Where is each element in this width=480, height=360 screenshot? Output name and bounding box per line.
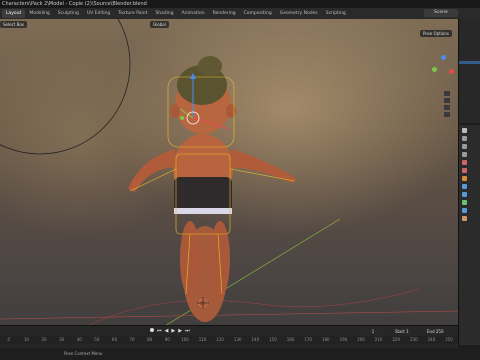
tab-rendering[interactable]: Rendering [209,9,240,18]
frame-tick: 70 [129,337,135,342]
frame-tick: 0 [7,337,11,342]
frame-tick: 120 [216,337,224,342]
tab-texture-paint[interactable]: Texture Paint [114,9,151,18]
frame-tick: 250 [445,337,453,342]
end-frame-field[interactable]: End 250 [424,328,447,335]
tab-shading[interactable]: Shading [151,9,177,18]
x-axis-icon[interactable] [449,69,454,74]
status-text: Pose Context Menu [64,351,103,356]
frame-tick: 150 [269,337,277,342]
window-title: Characters\Pack 2\Model - Copie (2)\Sour… [0,0,480,8]
tool-icon[interactable] [462,128,467,133]
select-mode-dropdown[interactable]: Select Box [0,20,28,28]
end-label: End [427,329,435,334]
frame-tick: 110 [198,337,207,342]
tab-geometry-nodes[interactable]: Geometry Nodes [276,9,322,18]
scene-icon[interactable] [462,160,467,165]
modifier-icon[interactable] [462,184,467,189]
grid-icon[interactable] [444,112,450,117]
outliner-selected-row[interactable] [459,61,480,64]
camera-icon[interactable] [444,105,450,110]
frame-tick: 210 [374,337,383,342]
tab-sculpting[interactable]: Sculpting [54,9,83,18]
frame-ruler[interactable]: 0 10 20 30 40 50 60 70 80 90 100 110 120 130 140 150 160… [0,336,458,344]
frame-tick: 130 [233,337,242,342]
next-keyframe-icon[interactable]: ▶ [178,328,182,334]
viewport-header: Select Box [0,19,458,29]
start-frame-field[interactable]: Start 1 [392,328,412,335]
jump-end-icon[interactable]: ⏭ [185,328,190,334]
frame-tick: 180 [321,337,330,342]
viewport-scene [0,19,458,335]
3d-viewport[interactable]: Select Box Global Pose Options [0,19,458,335]
status-bar: Pose Context Menu [0,348,480,360]
view-controls [444,91,452,121]
frame-tick: 200 [357,337,365,342]
material-icon[interactable] [462,216,467,221]
x-axis-line [0,310,458,320]
playback-controls: ⏮ ◀ ▶ ▶ ⏭ [150,328,190,334]
frame-tick: 10 [23,337,29,342]
frame-tick: 220 [392,337,401,342]
character-model[interactable] [128,56,297,322]
start-value: 1 [406,329,409,334]
constraint-icon[interactable] [462,192,467,197]
frame-tick: 30 [59,337,65,342]
frame-tick: 170 [304,337,312,342]
tab-layout[interactable]: Layout [2,9,26,18]
scene-label: Scene [434,10,448,15]
tab-animation[interactable]: Animation [178,9,209,18]
object-icon[interactable] [462,176,467,181]
y-axis-line [149,218,341,335]
zoom-icon[interactable] [444,91,450,96]
prev-keyframe-icon[interactable]: ◀ [165,328,169,334]
start-label: Start [395,329,405,334]
data-icon[interactable] [462,200,467,205]
scene-selector[interactable]: Scene [424,9,458,17]
y-axis-icon[interactable] [432,67,437,72]
frame-tick: 100 [181,337,189,342]
frame-tick: 50 [94,337,100,342]
frame-tick: 60 [111,337,117,342]
workspace-tabs: Layout Modeling Sculpting UV Editing Tex… [0,8,480,19]
frame-tick: 140 [251,337,260,342]
frame-tick: 40 [76,337,82,342]
frame-tick: 20 [41,337,47,342]
transform-orientation-dropdown[interactable]: Global [150,21,169,28]
play-icon[interactable]: ▶ [171,328,175,334]
jump-start-icon[interactable]: ⏮ [157,328,162,334]
render-icon[interactable] [462,136,467,141]
outliner-panel[interactable] [458,19,480,123]
tab-uv-editing[interactable]: UV Editing [83,9,114,18]
current-frame-field[interactable]: 1 [360,328,386,335]
view-layer-icon[interactable] [462,152,467,157]
tab-modeling[interactable]: Modeling [25,9,53,18]
tab-scripting[interactable]: Scripting [322,9,350,18]
z-axis-icon[interactable] [441,55,446,60]
record-icon[interactable] [150,328,154,332]
end-value: 250 [435,329,444,334]
brush-circle [0,19,131,155]
tab-compositing[interactable]: Compositing [240,9,276,18]
frame-tick: 240 [427,337,436,342]
frame-tick: 90 [164,337,170,342]
frame-tick: 80 [147,337,153,342]
properties-panel[interactable] [458,125,480,345]
world-icon[interactable] [462,168,467,173]
frame-tick: 160 [286,337,295,342]
output-icon[interactable] [462,144,467,149]
frame-tick: 230 [410,337,418,342]
bone-icon[interactable] [462,208,467,213]
pan-icon[interactable] [444,98,450,103]
frame-tick: 190 [339,337,348,342]
pose-options-dropdown[interactable]: Pose Options [420,30,452,37]
navigation-gizmo[interactable] [432,55,454,85]
